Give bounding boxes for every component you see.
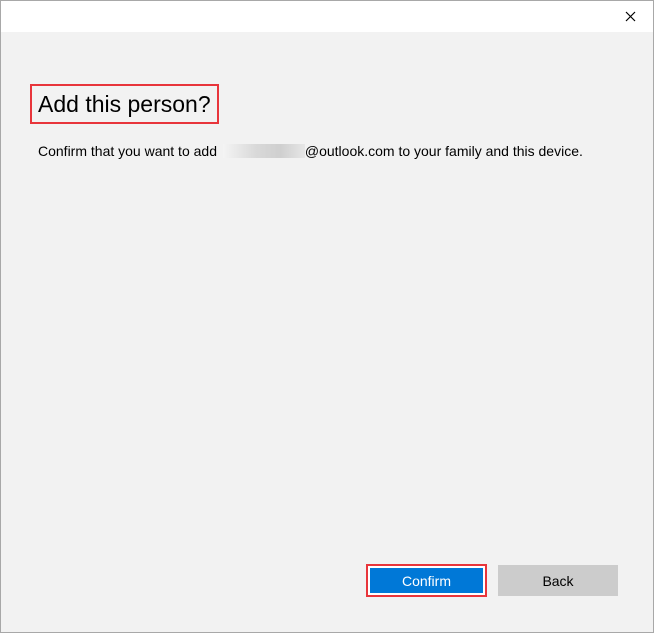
confirm-button[interactable]: Confirm xyxy=(368,566,485,595)
confirmation-message: Confirm that you want to add @outlook.co… xyxy=(38,143,583,159)
dialog-window: Add this person? Confirm that you want t… xyxy=(0,0,654,633)
back-button[interactable]: Back xyxy=(498,565,618,596)
message-suffix: @outlook.com to your family and this dev… xyxy=(304,143,583,159)
close-button[interactable] xyxy=(607,1,653,32)
redacted-email-username xyxy=(222,144,305,158)
page-title: Add this person? xyxy=(38,91,211,117)
title-bar xyxy=(1,1,653,32)
confirm-button-highlight: Confirm xyxy=(366,564,487,597)
page-title-highlight: Add this person? xyxy=(30,84,219,124)
confirm-button-label: Confirm xyxy=(401,572,451,589)
message-prefix: Confirm that you want to add xyxy=(38,143,221,159)
close-icon xyxy=(625,11,635,22)
back-button-label: Back xyxy=(542,572,574,589)
dialog-content: Add this person? Confirm that you want t… xyxy=(1,32,653,632)
